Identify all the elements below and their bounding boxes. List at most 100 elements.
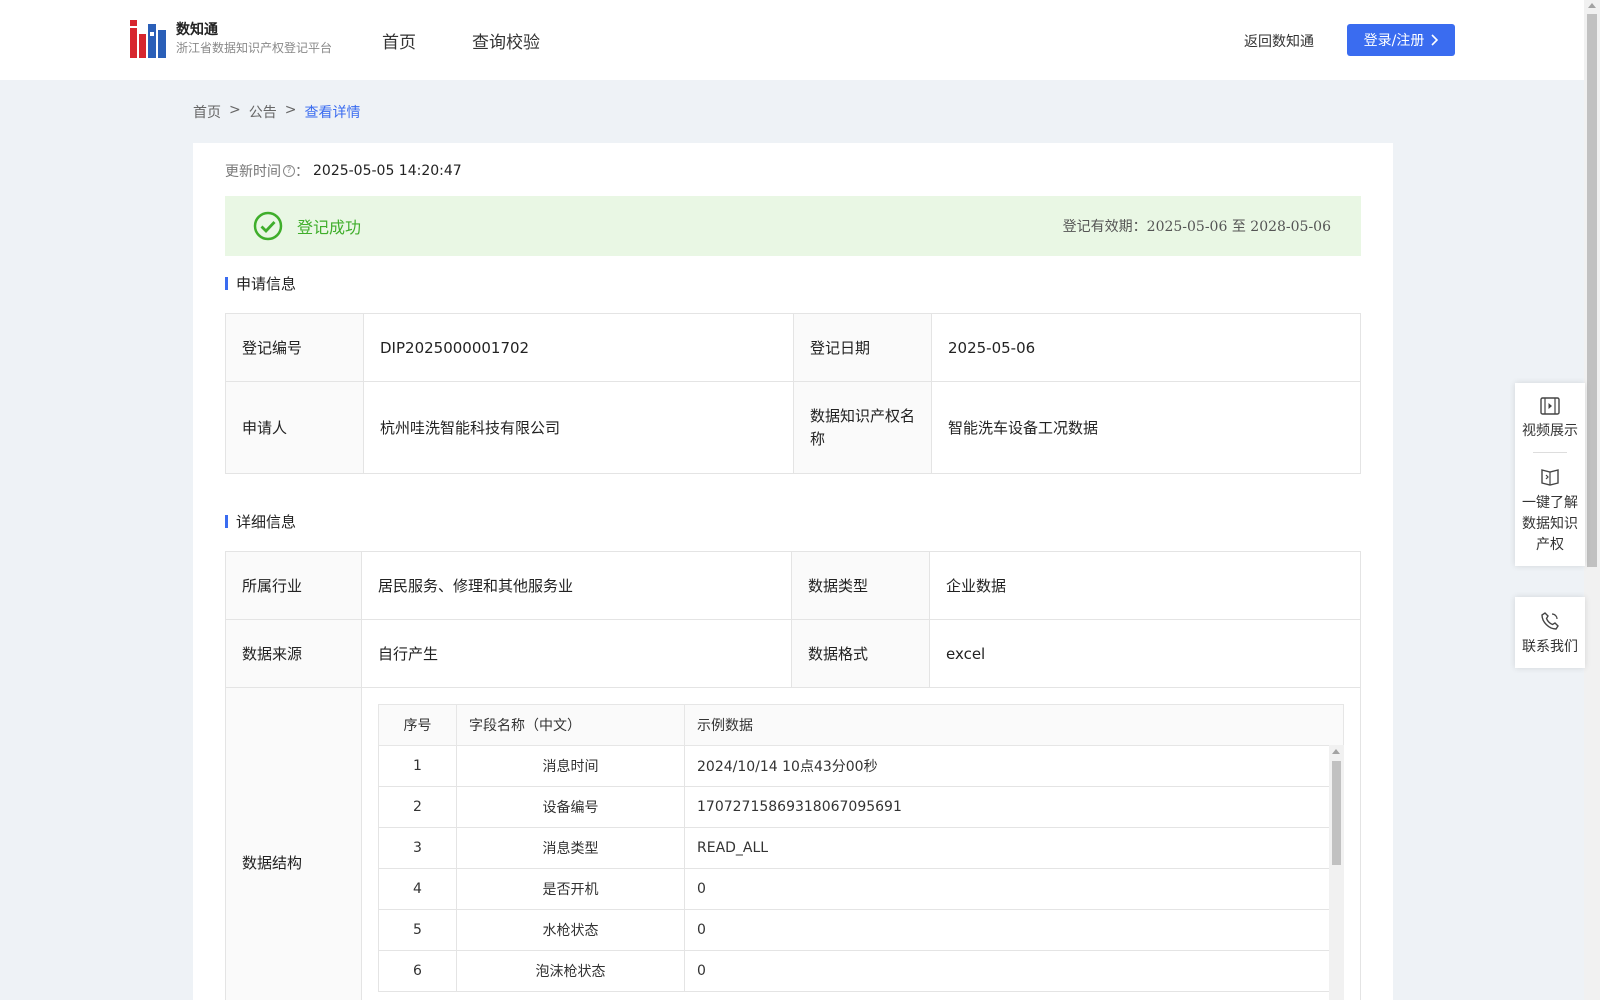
structure-label: 数据结构 bbox=[225, 687, 362, 1000]
learn-line-2: 数据知识 bbox=[1522, 516, 1578, 532]
detail-info-title: 详细信息 bbox=[225, 511, 296, 532]
col-header-no: 序号 bbox=[378, 704, 457, 746]
back-to-shuzhitong-link[interactable]: 返回数知通 bbox=[1244, 31, 1314, 51]
industry-value: 居民服务、修理和其他服务业 bbox=[361, 551, 792, 620]
status-label: 登记成功 bbox=[297, 218, 362, 237]
validity-separator: 至 bbox=[1231, 219, 1246, 235]
video-icon bbox=[1540, 397, 1560, 415]
table-row: 2 设备编号 1707271586931806709569​1 bbox=[378, 786, 1344, 828]
logo-subtitle: 浙江省数据知识产权登记平台 bbox=[176, 41, 333, 55]
structure-cell: 序号 字段名称（中文） 示例数据 1 消息时间 2024/10/14 10点43分0… bbox=[361, 687, 1361, 1000]
colon: ： bbox=[295, 164, 309, 180]
applicant-label: 申请人 bbox=[225, 381, 364, 474]
table-row: 4 是否开机 0 bbox=[378, 868, 1344, 910]
structure-scrollbar-thumb[interactable] bbox=[1332, 761, 1341, 865]
reg-date-value: 2025-05-06 bbox=[931, 313, 1361, 382]
row-field-name: 消息时间 bbox=[456, 745, 685, 787]
update-time-label: 更新时间 bbox=[225, 164, 281, 180]
table-row: 6 泡沫枪状态 0 bbox=[378, 950, 1344, 992]
detail-card: 更新时间 ? ： 2025-05-05 14:20:47 登记成功 登记有效期：… bbox=[193, 143, 1393, 1000]
row-sample: 2024/10/14 10点43分00秒 bbox=[684, 745, 1344, 787]
main-nav: 首页 查询校验 bbox=[382, 28, 540, 53]
row-no: 3 bbox=[378, 827, 457, 869]
row-sample: 0 bbox=[684, 950, 1344, 992]
row-sample: 0 bbox=[684, 909, 1344, 951]
row-field-name: 泡沫枪状态 bbox=[456, 950, 685, 992]
video-showcase-label: 视频展示 bbox=[1522, 423, 1578, 439]
ip-name-label: 数据知识产权名称 bbox=[793, 381, 932, 474]
breadcrumb-notice[interactable]: 公告 bbox=[249, 102, 277, 122]
validity-period: 登记有效期：2025-05-06 至 2028-05-06 bbox=[1063, 216, 1331, 236]
apply-info-table: 登记编号 DIP2025000001702 登记日期 2025-05-06 申请… bbox=[225, 313, 1361, 474]
nav-query-verify[interactable]: 查询校验 bbox=[472, 28, 540, 53]
update-time: 更新时间 ? ： 2025-05-05 14:20:47 bbox=[225, 161, 462, 181]
validity-label: 登记有效期： bbox=[1062, 219, 1147, 235]
update-time-value: 2025-05-05 14:20:47 bbox=[313, 163, 462, 179]
apply-info-title-text: 申请信息 bbox=[236, 275, 297, 293]
learn-data-ip-button[interactable]: 一键了解 数据知识 产权 bbox=[1515, 453, 1585, 566]
reg-date-label: 登记日期 bbox=[793, 313, 932, 382]
row-sample: 1707271586931806709569​1 bbox=[684, 786, 1344, 828]
table-row: 1 消息时间 2024/10/14 10点43分00秒 bbox=[378, 745, 1344, 787]
format-value: excel bbox=[929, 619, 1361, 688]
ip-name-value: 智能洗车设备工况数据 bbox=[931, 381, 1361, 474]
contact-us-label: 联系我们 bbox=[1522, 639, 1578, 655]
industry-label: 所属行业 bbox=[225, 551, 362, 620]
table-row: 5 水枪状态 0 bbox=[378, 909, 1344, 951]
learn-line-1: 一键了解 bbox=[1522, 495, 1578, 511]
chevron-right-icon bbox=[1431, 34, 1439, 46]
page-scrollbar[interactable] bbox=[1584, 0, 1600, 1000]
breadcrumb-current: 查看详情 bbox=[304, 105, 361, 121]
phone-icon bbox=[1541, 612, 1559, 630]
breadcrumb-home[interactable]: 首页 bbox=[193, 102, 221, 122]
video-showcase-button[interactable]: 视频展示 bbox=[1515, 383, 1585, 452]
format-label: 数据格式 bbox=[791, 619, 930, 688]
nav-home[interactable]: 首页 bbox=[382, 28, 416, 53]
reg-no-value: DIP2025000001702 bbox=[363, 313, 794, 382]
data-type-label: 数据类型 bbox=[791, 551, 930, 620]
source-label: 数据来源 bbox=[225, 619, 362, 688]
applicant-value: 杭州哇洗智能科技有限公司 bbox=[363, 381, 794, 474]
book-icon bbox=[1541, 469, 1559, 486]
float-help-panel: 视频展示 一键了解 数据知识 产权 bbox=[1515, 383, 1585, 566]
row-no: 6 bbox=[378, 950, 457, 992]
breadcrumb-separator: > bbox=[229, 102, 241, 118]
table-row: 3 消息类型 READ_ALL bbox=[378, 827, 1344, 869]
breadcrumb-separator: > bbox=[284, 102, 297, 118]
login-register-button[interactable]: 登录/注册 bbox=[1347, 24, 1455, 56]
scrollbar-thumb[interactable] bbox=[1587, 14, 1597, 567]
login-register-label: 登录/注册 bbox=[1363, 33, 1425, 49]
scroll-up-arrow-icon[interactable] bbox=[1588, 3, 1596, 8]
learn-line-3: 产权 bbox=[1536, 537, 1564, 553]
breadcrumb: 首页 > 公告 > 查看详情 bbox=[193, 102, 360, 122]
row-sample: 0 bbox=[684, 868, 1344, 910]
source-value: 自行产生 bbox=[361, 619, 792, 688]
col-header-field-name: 字段名称（中文） bbox=[456, 704, 685, 746]
contact-panel: 联系我们 bbox=[1515, 597, 1585, 668]
structure-table-wrap: 序号 字段名称（中文） 示例数据 1 消息时间 2024/10/14 10点43分0… bbox=[378, 704, 1344, 1000]
validity-from: 2025-05-06 bbox=[1146, 219, 1228, 235]
data-type-value: 企业数据 bbox=[929, 551, 1361, 620]
apply-info-title: 申请信息 bbox=[225, 273, 296, 294]
reg-no-label: 登记编号 bbox=[225, 313, 364, 382]
scroll-up-arrow-icon[interactable] bbox=[1332, 749, 1340, 754]
section-marker bbox=[225, 277, 228, 290]
site-logo[interactable]: 数知通 浙江省数据知识产权登记平台 bbox=[130, 20, 332, 58]
row-sample: READ_ALL bbox=[684, 827, 1344, 869]
contact-us-button[interactable]: 联系我们 bbox=[1515, 597, 1585, 668]
row-no: 5 bbox=[378, 909, 457, 951]
structure-table: 序号 字段名称（中文） 示例数据 1 消息时间 2024/10/14 10点43分0… bbox=[378, 704, 1344, 992]
detail-info-title-text: 详细信息 bbox=[236, 513, 297, 531]
logo-mark-icon bbox=[130, 20, 166, 58]
help-icon[interactable]: ? bbox=[283, 165, 295, 177]
section-marker bbox=[225, 515, 228, 528]
row-field-name: 消息类型 bbox=[456, 827, 685, 869]
detail-info-table: 所属行业 居民服务、修理和其他服务业 数据类型 企业数据 数据来源 自行产生 数… bbox=[225, 551, 1361, 1000]
row-no: 4 bbox=[378, 868, 457, 910]
row-field-name: 设备编号 bbox=[456, 786, 685, 828]
row-no: 1 bbox=[378, 745, 457, 787]
row-no: 2 bbox=[378, 786, 457, 828]
success-check-icon bbox=[253, 211, 283, 241]
structure-table-scrollbar[interactable] bbox=[1329, 745, 1344, 1000]
row-field-name: 是否开机 bbox=[456, 868, 685, 910]
